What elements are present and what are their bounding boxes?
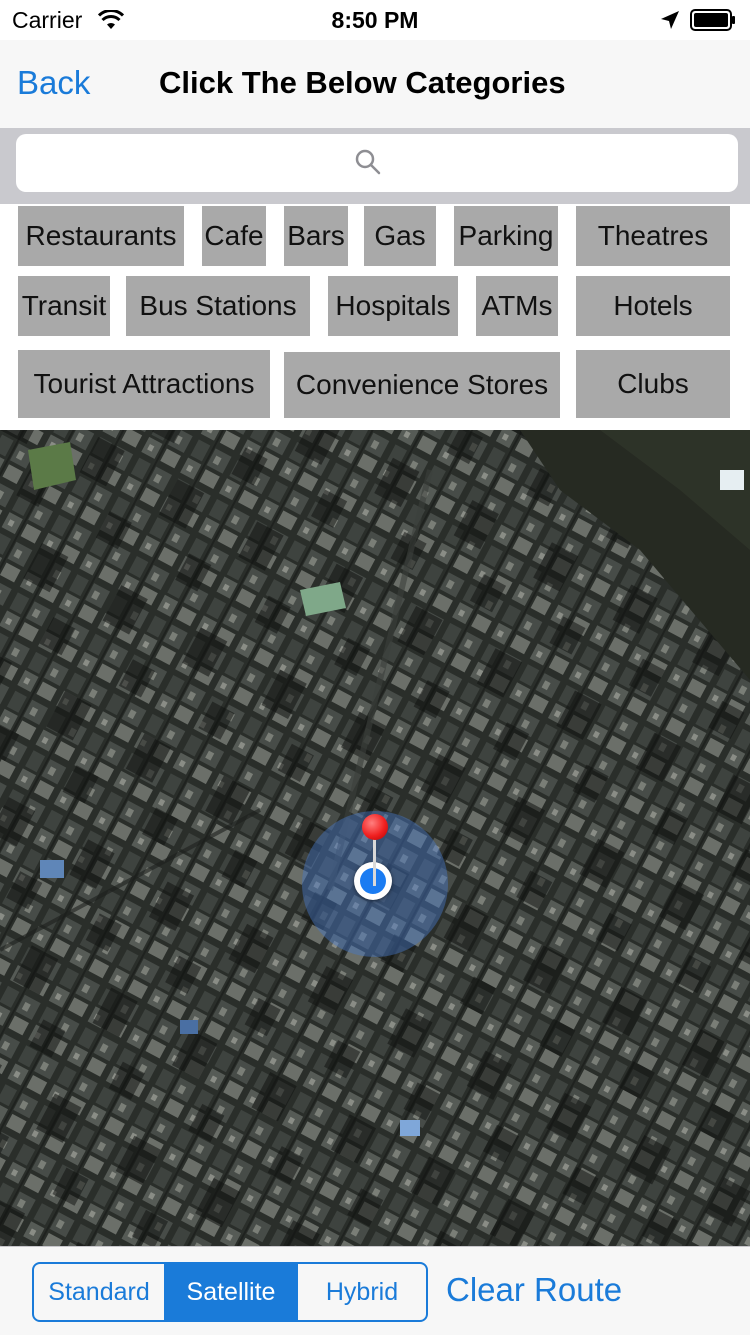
status-bar: Carrier 8:50 PM <box>0 0 750 40</box>
segment-hybrid[interactable]: Hybrid <box>298 1264 426 1320</box>
category-convenience-stores[interactable]: Convenience Stores <box>284 352 560 418</box>
map-type-segmented-control: Standard Satellite Hybrid <box>32 1262 428 1322</box>
map-pin-icon[interactable] <box>362 814 388 840</box>
category-cafe[interactable]: Cafe <box>202 206 266 266</box>
page-title: Click The Below Categories <box>159 65 566 100</box>
category-restaurants[interactable]: Restaurants <box>18 206 184 266</box>
clear-route-button[interactable]: Clear Route <box>446 1271 622 1309</box>
navigation-bar: Back Click The Below Categories <box>0 40 750 129</box>
category-parking[interactable]: Parking <box>454 206 558 266</box>
category-hotels[interactable]: Hotels <box>576 276 730 336</box>
status-time: 8:50 PM <box>331 7 419 33</box>
category-bars[interactable]: Bars <box>284 206 348 266</box>
category-hospitals[interactable]: Hospitals <box>328 276 458 336</box>
category-transit[interactable]: Transit <box>18 276 110 336</box>
segment-standard[interactable]: Standard <box>34 1264 166 1320</box>
location-arrow-icon <box>661 11 679 29</box>
category-clubs[interactable]: Clubs <box>576 350 730 418</box>
category-grid: Restaurants Cafe Bars Gas Parking Theatr… <box>0 204 750 430</box>
category-gas[interactable]: Gas <box>364 206 436 266</box>
category-tourist-attractions[interactable]: Tourist Attractions <box>18 350 270 418</box>
back-button[interactable]: Back <box>17 64 90 102</box>
bottom-toolbar: Standard Satellite Hybrid Clear Route <box>0 1246 750 1335</box>
category-atms[interactable]: ATMs <box>476 276 558 336</box>
category-theatres[interactable]: Theatres <box>576 206 730 266</box>
map-pin-stem <box>373 834 376 886</box>
battery-icon <box>690 9 735 31</box>
segment-satellite[interactable]: Satellite <box>166 1264 298 1320</box>
search-bar <box>0 128 750 204</box>
search-icon <box>355 149 381 175</box>
category-bus-stations[interactable]: Bus Stations <box>126 276 310 336</box>
satellite-map[interactable] <box>0 430 750 1246</box>
